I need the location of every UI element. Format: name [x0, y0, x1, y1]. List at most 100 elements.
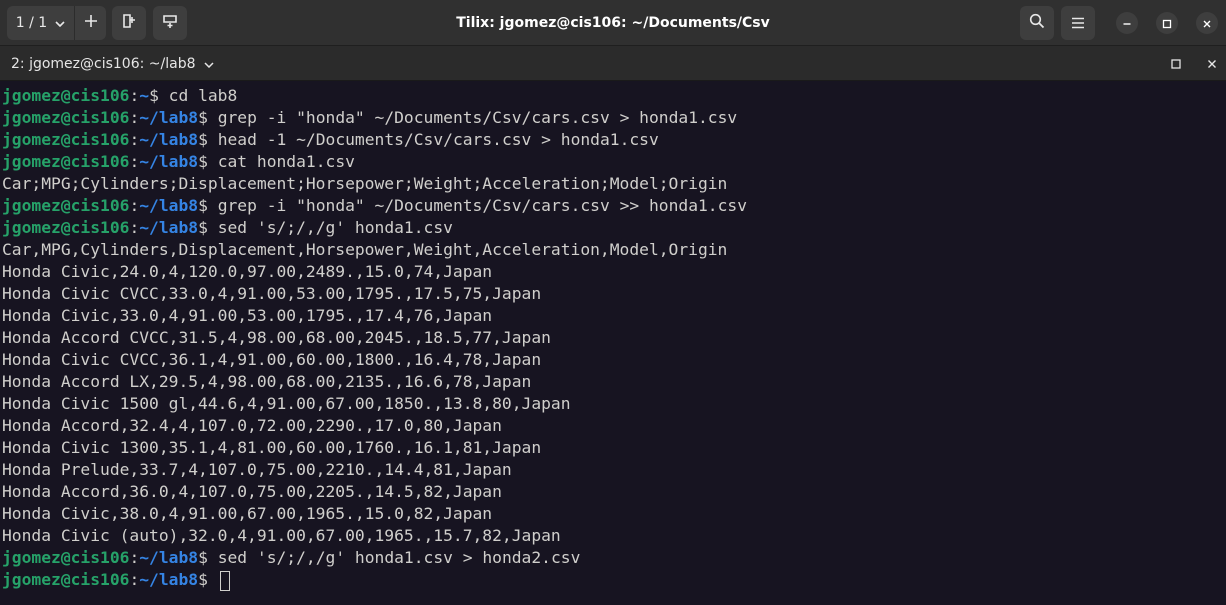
- prompt-separator: :: [129, 108, 140, 127]
- maximize-icon: [1171, 54, 1181, 73]
- prompt-user: jgomez@cis106: [2, 548, 130, 567]
- prompt-line: jgomez@cis106:~/lab8$ sed 's/;/,/g' hond…: [2, 547, 1226, 569]
- prompt-line: jgomez@cis106:~/lab8$ grep -i "honda" ~/…: [2, 107, 1226, 129]
- command-text: cd lab8: [168, 86, 238, 105]
- minimize-button[interactable]: [1116, 12, 1138, 34]
- maximize-button[interactable]: [1156, 12, 1178, 34]
- prompt-path: ~/lab8: [139, 108, 199, 127]
- prompt-symbol: $: [198, 548, 218, 567]
- output-text: Honda Accord LX,29.5,4,98.00,68.00,2135.…: [2, 372, 532, 391]
- command-text: cat honda1.csv: [217, 152, 355, 171]
- prompt-user: jgomez@cis106: [2, 196, 130, 215]
- terminal-title-button[interactable]: 2: jgomez@cis106: ~/lab8: [11, 46, 214, 81]
- output-line: Honda Civic,24.0,4,120.0,97.00,2489.,15.…: [2, 261, 1226, 283]
- prompt-line: jgomez@cis106:~/lab8$: [2, 569, 1226, 591]
- prompt-user: jgomez@cis106: [2, 218, 130, 237]
- output-line: Honda Civic (auto),32.0,4,91.00,67.00,19…: [2, 525, 1226, 547]
- output-line: Car,MPG,Cylinders,Displacement,Horsepowe…: [2, 239, 1226, 261]
- split-down-icon: [162, 13, 178, 33]
- prompt-separator: :: [129, 130, 140, 149]
- prompt-symbol: $: [149, 86, 169, 105]
- prompt-user: jgomez@cis106: [2, 130, 130, 149]
- output-text: Honda Civic CVCC,33.0,4,91.00,53.00,1795…: [2, 284, 542, 303]
- header-bar: 1 / 1 Tilix: jgomez@cis106: ~/Documents/…: [0, 0, 1226, 46]
- tilix-window: 1 / 1 Tilix: jgomez@cis106: ~/Documents/…: [0, 0, 1226, 605]
- prompt-path: ~/lab8: [139, 548, 199, 567]
- prompt-path: ~: [139, 86, 150, 105]
- command-text: sed 's/;/,/g' honda1.csv > honda2.csv: [217, 548, 581, 567]
- prompt-path: ~/lab8: [139, 130, 199, 149]
- output-text: Honda Accord,32.4,4,107.0,72.00,2290.,17…: [2, 416, 502, 435]
- prompt-path: ~/lab8: [139, 152, 199, 171]
- output-text: Honda Accord CVCC,31.5,4,98.00,68.00,204…: [2, 328, 551, 347]
- prompt-symbol: $: [198, 218, 218, 237]
- output-line: Car;MPG;Cylinders;Displacement;Horsepowe…: [2, 173, 1226, 195]
- output-line: Honda Civic 1300,35.1,4,81.00,60.00,1760…: [2, 437, 1226, 459]
- output-line: Honda Civic 1500 gl,44.6,4,91.00,67.00,1…: [2, 393, 1226, 415]
- prompt-symbol: $: [198, 108, 218, 127]
- session-label: 1 / 1: [15, 15, 48, 31]
- prompt-separator: :: [129, 196, 140, 215]
- output-text: Honda Civic,33.0,4,91.00,53.00,1795.,17.…: [2, 306, 493, 325]
- prompt-path: ~/lab8: [139, 196, 199, 215]
- prompt-user: jgomez@cis106: [2, 570, 130, 589]
- close-icon: [1207, 54, 1217, 73]
- prompt-line: jgomez@cis106:~/lab8$ cat honda1.csv: [2, 151, 1226, 173]
- prompt-separator: :: [129, 86, 140, 105]
- output-text: Honda Civic,38.0,4,91.00,67.00,1965.,15.…: [2, 504, 493, 523]
- prompt-line: jgomez@cis106:~/lab8$ head -1 ~/Document…: [2, 129, 1226, 151]
- command-text: sed 's/;/,/g' honda1.csv: [217, 218, 453, 237]
- output-text: Car;MPG;Cylinders;Displacement;Horsepowe…: [2, 174, 728, 193]
- add-terminal-button[interactable]: [74, 6, 106, 40]
- output-line: Honda Accord CVCC,31.5,4,98.00,68.00,204…: [2, 327, 1226, 349]
- output-text: Honda Civic 1300,35.1,4,81.00,60.00,1760…: [2, 438, 542, 457]
- split-down-button[interactable]: [153, 6, 187, 40]
- terminal-maximize-button[interactable]: [1168, 55, 1184, 71]
- prompt-line: jgomez@cis106:~/lab8$ sed 's/;/,/g' hond…: [2, 217, 1226, 239]
- prompt-separator: :: [129, 152, 140, 171]
- prompt-separator: :: [129, 218, 140, 237]
- output-text: Car,MPG,Cylinders,Displacement,Horsepowe…: [2, 240, 728, 259]
- search-icon: [1029, 13, 1045, 33]
- output-line: Honda Accord LX,29.5,4,98.00,68.00,2135.…: [2, 371, 1226, 393]
- minimize-icon: [1122, 14, 1132, 33]
- terminal-titlebar: 2: jgomez@cis106: ~/lab8: [0, 46, 1226, 81]
- command-text: head -1 ~/Documents/Csv/cars.csv > honda…: [217, 130, 659, 149]
- output-line: Honda Accord,32.4,4,107.0,72.00,2290.,17…: [2, 415, 1226, 437]
- output-text: Honda Civic (auto),32.0,4,91.00,67.00,19…: [2, 526, 561, 545]
- output-line: Honda Accord,36.0,4,107.0,75.00,2205.,14…: [2, 481, 1226, 503]
- output-line: Honda Prelude,33.7,4,107.0,75.00,2210.,1…: [2, 459, 1226, 481]
- output-text: Honda Civic 1500 gl,44.6,4,91.00,67.00,1…: [2, 394, 571, 413]
- terminal-output[interactable]: jgomez@cis106:~$ cd lab8 jgomez@cis106:~/…: [0, 81, 1226, 605]
- output-text: Honda Civic CVCC,36.1,4,91.00,60.00,1800…: [2, 350, 542, 369]
- prompt-symbol: $: [198, 196, 218, 215]
- command-text: grep -i "honda" ~/Documents/Csv/cars.csv…: [217, 108, 738, 127]
- session-switcher-button[interactable]: 1 / 1: [7, 6, 74, 40]
- menu-button[interactable]: [1061, 6, 1095, 40]
- maximize-icon: [1162, 14, 1172, 33]
- prompt-separator: :: [129, 548, 140, 567]
- terminal-title: 2: jgomez@cis106: ~/lab8: [11, 55, 196, 72]
- prompt-line: jgomez@cis106:~/lab8$ grep -i "honda" ~/…: [2, 195, 1226, 217]
- output-text: Honda Civic,24.0,4,120.0,97.00,2489.,15.…: [2, 262, 493, 281]
- prompt-path: ~/lab8: [139, 570, 199, 589]
- prompt-line: jgomez@cis106:~$ cd lab8: [2, 85, 1226, 107]
- search-button[interactable]: [1020, 6, 1054, 40]
- output-line: Honda Civic,38.0,4,91.00,67.00,1965.,15.…: [2, 503, 1226, 525]
- command-text: grep -i "honda" ~/Documents/Csv/cars.csv…: [217, 196, 748, 215]
- prompt-symbol: $: [198, 130, 218, 149]
- output-line: Honda Civic CVCC,36.1,4,91.00,60.00,1800…: [2, 349, 1226, 371]
- chevron-down-icon: [55, 15, 65, 31]
- plus-icon: [84, 11, 98, 33]
- window-title: Tilix: jgomez@cis106: ~/Documents/Csv: [456, 15, 770, 31]
- chevron-down-icon: [203, 56, 214, 72]
- prompt-symbol: $: [198, 152, 218, 171]
- split-right-button[interactable]: [112, 6, 146, 40]
- prompt-user: jgomez@cis106: [2, 108, 130, 127]
- output-text: Honda Prelude,33.7,4,107.0,75.00,2210.,1…: [2, 460, 512, 479]
- output-text: Honda Accord,36.0,4,107.0,75.00,2205.,14…: [2, 482, 502, 501]
- close-icon: [1202, 14, 1212, 33]
- prompt-separator: :: [129, 570, 140, 589]
- terminal-close-button[interactable]: [1204, 55, 1220, 71]
- close-button[interactable]: [1196, 12, 1218, 34]
